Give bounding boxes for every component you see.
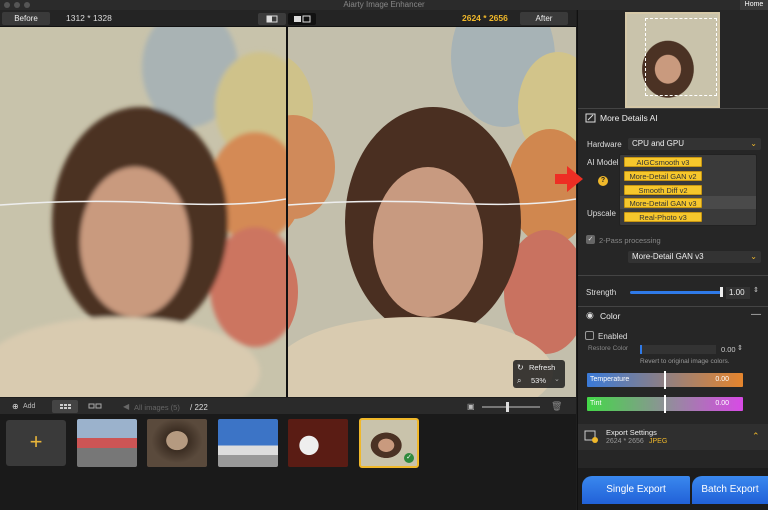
chevron-down-icon: ⌄ [750,252,757,261]
thumbnail-3[interactable] [218,419,278,467]
check-icon: ✓ [404,453,414,463]
zoom-controls: ↻ Refresh ⌕ 53% ⌄ [513,360,565,388]
zoom-chevron-icon[interactable]: ⌄ [554,375,560,383]
zoom-icon: ⌕ [517,376,522,385]
all-images-label[interactable]: All images (5) [134,403,180,412]
color-section-title: Color [600,311,621,321]
plus-icon: + [29,429,43,454]
collapse-icon[interactable]: — [751,309,761,320]
hardware-value: CPU and GPU [632,139,685,148]
hardware-select[interactable]: CPU and GPU ⌄ [628,138,761,150]
temperature-handle[interactable] [664,371,666,389]
navigator-viewport[interactable] [645,18,717,96]
enhance-icon [585,113,596,123]
export-settings-title: Export Settings [606,428,657,437]
thumbnail-1[interactable] [77,419,137,467]
after-resolution: 2624 * 2656 [462,13,508,23]
batch-export-button[interactable]: Batch Export [692,476,768,504]
back-arrow-icon[interactable]: ◀ [123,402,129,411]
strength-label: Strength [586,288,617,297]
strength-handle[interactable] [720,287,723,297]
two-pass-value: More-Detail GAN v3 [632,252,704,261]
image-count: / 222 [190,403,208,412]
filmstrip-icon [88,403,102,409]
add-icon: ⊕ [12,402,19,411]
strength-slider[interactable] [630,291,722,294]
thumbnail-5-selected[interactable]: ✓ [359,418,419,468]
grid-view-button[interactable] [52,400,78,413]
model-option-more-detail-gan-v3[interactable]: More-Detail GAN v3 [624,198,702,208]
export-resolution: 2624 * 2656 [606,438,644,445]
tint-value: 0.00 [715,400,729,407]
image-size-icon: ▣ [467,402,475,411]
stepper-icon[interactable]: ⇕ [753,286,759,294]
color-enabled-checkbox[interactable] [585,331,594,340]
two-pass-select[interactable]: More-Detail GAN v3 ⌄ [628,251,761,263]
export-format: JPEG [649,438,668,445]
temperature-value: 0.00 [715,376,729,383]
section-title: More Details AI [600,113,658,123]
split-view-icon [266,15,278,23]
refresh-button[interactable]: Refresh [529,363,555,372]
restore-color-handle[interactable] [640,345,642,354]
chevron-down-icon: ⌄ [750,139,757,148]
restore-color-hint: Revert to original image colors. [640,358,730,365]
after-button[interactable]: After [520,12,568,25]
thumb-size-slider[interactable] [482,406,540,408]
upscale-label: Upscale [587,209,616,218]
compare-divider[interactable] [286,27,288,397]
red-arrow-icon [555,166,583,192]
side-by-side-view-button[interactable] [288,13,316,25]
app-title: Aiarty Image Enhancer [343,0,425,9]
home-button[interactable]: Home [740,0,768,10]
add-button[interactable]: Add [23,403,35,410]
before-image[interactable] [0,27,286,397]
tint-slider[interactable]: Tint 0.00 [587,395,743,413]
split-view-button[interactable] [258,13,286,25]
side-by-side-icon [294,15,311,23]
model-option-real-photo-v3[interactable]: Real-Photo v3 [624,212,702,222]
hardware-label: Hardware [587,140,622,149]
before-button[interactable]: Before [2,12,50,25]
palette-icon: ◉ [586,310,594,320]
add-image-tile[interactable]: + [6,420,66,466]
refresh-icon: ↻ [517,363,524,372]
model-option-aigcsmooth-v3[interactable]: AIGCsmooth v3 [624,157,702,167]
single-export-button[interactable]: Single Export [582,476,690,504]
divider-line [578,108,768,109]
after-image[interactable] [288,27,576,397]
strength-value[interactable]: 1.00 [726,287,750,299]
model-option-more-detail-gan-v2[interactable]: More-Detail GAN v2 [624,171,702,181]
restore-color-label: Restore Color [588,345,629,352]
divider-line [578,306,768,307]
trash-icon[interactable]: 🗑 [551,401,562,412]
tint-handle[interactable] [664,395,666,413]
temperature-label: Temperature [590,376,630,383]
filmstrip-view-button[interactable] [82,400,108,413]
enabled-label: Enabled [598,332,628,341]
thumbnail-4[interactable] [288,419,348,467]
expand-chevron-icon[interactable]: ⌃ [752,431,760,442]
before-resolution: 1312 * 1328 [66,13,112,23]
thumb-size-handle[interactable] [506,402,509,412]
two-pass-label: 2-Pass processing [599,236,661,245]
help-icon[interactable]: ? [598,176,608,186]
thumbnail-2[interactable] [147,419,207,467]
restore-color-value[interactable]: 0.00 [721,345,736,354]
export-settings-icon [584,430,598,443]
restore-color-slider[interactable] [640,345,716,354]
model-option-smooth-diff-v2[interactable]: Smooth Diff v2 [624,185,702,195]
stepper-icon[interactable]: ⇕ [737,344,743,352]
ai-model-label: AI Model [587,158,619,167]
zoom-level[interactable]: 53% [531,376,546,385]
divider-line [578,275,768,276]
two-pass-checkbox[interactable]: ✓ [586,235,595,244]
navigator-preview[interactable] [625,12,720,108]
export-settings-row[interactable]: Export Settings 2624 * 2656 JPEG ⌃ [578,424,768,450]
tint-label: Tint [590,400,602,407]
grid-icon [60,404,71,409]
temperature-slider[interactable]: Temperature 0.00 [587,371,743,389]
